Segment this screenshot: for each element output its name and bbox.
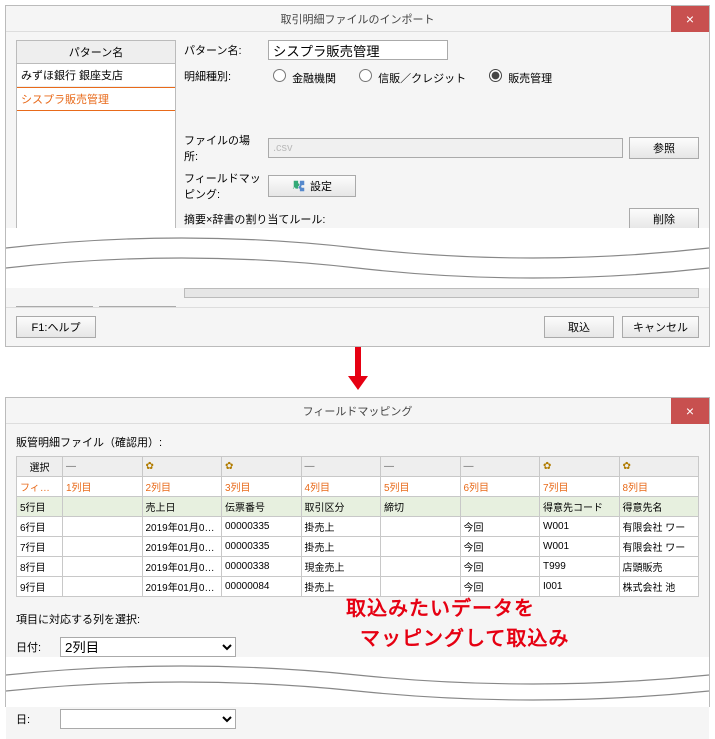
gear-icon[interactable]: ✿ — [619, 457, 699, 477]
window-title: フィールドマッピング — [303, 403, 413, 419]
field-map-label: フィールドマッピング: — [184, 170, 262, 202]
table-row[interactable]: 7行目2019年01月05日00000335掛売上今回W001有限会社 ワー — [17, 537, 699, 557]
detail-type-label: 明細種別: — [184, 68, 262, 84]
puzzle-icon — [292, 179, 306, 193]
close-icon[interactable]: × — [671, 398, 709, 424]
combo-date[interactable]: 2列目 — [60, 637, 236, 657]
mapping-table: 選択 — ✿ ✿ — — — ✿ ✿ フィールド 1列目 2列目 3列目 — [16, 456, 699, 597]
rule-header-label: 摘要×辞書の割り当てルール: — [184, 211, 629, 227]
pattern-name-input[interactable] — [268, 40, 448, 60]
gear-icon[interactable]: ✿ — [142, 457, 222, 477]
settings-button[interactable]: 設定 — [268, 175, 356, 197]
map-file-note: 販管明細ファイル（確認用）: — [16, 434, 699, 450]
file-loc-label: ファイルの場所: — [184, 132, 262, 164]
delete-rule-button[interactable]: 削除 — [629, 208, 699, 230]
table-row[interactable]: 6行目2019年01月05日00000335掛売上今回W001有限会社 ワー — [17, 517, 699, 537]
table-row[interactable]: 5行目売上日伝票番号取引区分締切得意先コード得意先名 — [17, 497, 699, 517]
window-title: 取引明細ファイルのインポート — [281, 11, 435, 27]
pattern-item[interactable]: みずほ銀行 銀座支店 — [17, 64, 175, 87]
map-section-title: 項目に対応する列を選択: — [16, 611, 699, 627]
close-icon[interactable]: × — [671, 6, 709, 32]
radio-credit[interactable]: 信販／クレジット — [354, 66, 466, 86]
gear-icon[interactable]: ✿ — [222, 457, 302, 477]
titlebar: フィールドマッピング × — [6, 398, 709, 424]
cancel-button[interactable]: キャンセル — [622, 316, 699, 338]
titlebar: 取引明細ファイルのインポート × — [6, 6, 709, 32]
pattern-name-label: パターン名: — [184, 42, 262, 58]
file-path-input[interactable]: .csv — [268, 138, 623, 158]
radio-financial[interactable]: 金融機関 — [268, 66, 336, 86]
pattern-list-header: パターン名 — [16, 40, 176, 63]
table-row[interactable]: 9行目2019年01月06日00000084掛売上今回I001株式会社 池 — [17, 577, 699, 597]
table-row[interactable]: 8行目2019年01月05日00000338現金売上今回T999店頭販売 — [17, 557, 699, 577]
help-button[interactable]: F1:ヘルプ — [16, 316, 96, 338]
gear-icon[interactable]: ✿ — [540, 457, 620, 477]
radio-sales[interactable]: 販売管理 — [484, 66, 552, 86]
browse-button[interactable]: 参照 — [629, 137, 699, 159]
combo-day[interactable] — [60, 709, 236, 729]
pattern-item[interactable]: シスプラ販売管理 — [17, 87, 175, 111]
col-header-icon[interactable]: — — [63, 457, 143, 477]
import-button[interactable]: 取込 — [544, 316, 614, 338]
